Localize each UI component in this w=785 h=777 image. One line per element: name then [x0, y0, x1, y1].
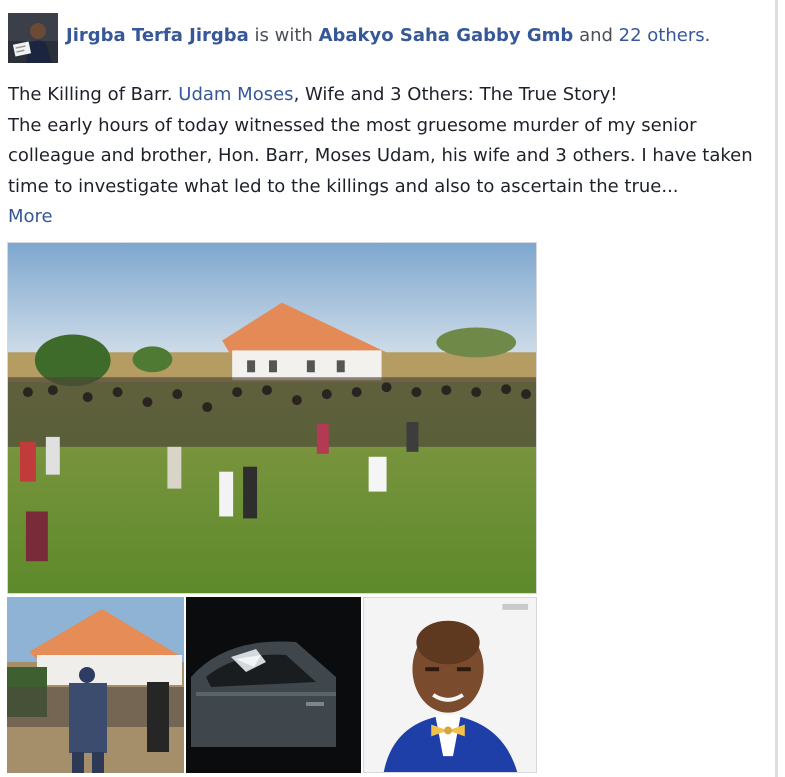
- post-headline: The Killing of Barr. Udam Moses, Wife an…: [8, 80, 768, 111]
- others-link[interactable]: 22 others: [619, 25, 705, 46]
- udam-moses-tag-link[interactable]: Udam Moses: [178, 84, 293, 105]
- headline-suffix: , Wife and 3 Others: The True Story!: [293, 84, 618, 105]
- post-body: The Killing of Barr. Udam Moses, Wife an…: [8, 80, 768, 233]
- car-photo[interactable]: [186, 597, 361, 773]
- period-text: .: [704, 25, 711, 46]
- portrait-photo[interactable]: [363, 597, 537, 773]
- headline-prefix: The Killing of Barr.: [8, 84, 179, 105]
- and-text: and: [579, 25, 613, 46]
- scrollbar[interactable]: [775, 0, 778, 777]
- police-house-photo[interactable]: [7, 597, 184, 773]
- is-with-text: is with: [254, 25, 313, 46]
- post-body-text: The early hours of today witnessed the m…: [8, 114, 753, 197]
- crowd-house-photo[interactable]: [7, 242, 537, 594]
- more-link[interactable]: More: [8, 202, 768, 233]
- tagged-user-link[interactable]: Abakyo Saha Gabby Gmb: [319, 25, 574, 46]
- author-avatar[interactable]: [8, 13, 58, 63]
- author-name-link[interactable]: Jirgba Terfa Jirgba: [66, 25, 249, 46]
- post-header: Jirgba Terfa Jirgba is with Abakyo Saha …: [8, 12, 710, 64]
